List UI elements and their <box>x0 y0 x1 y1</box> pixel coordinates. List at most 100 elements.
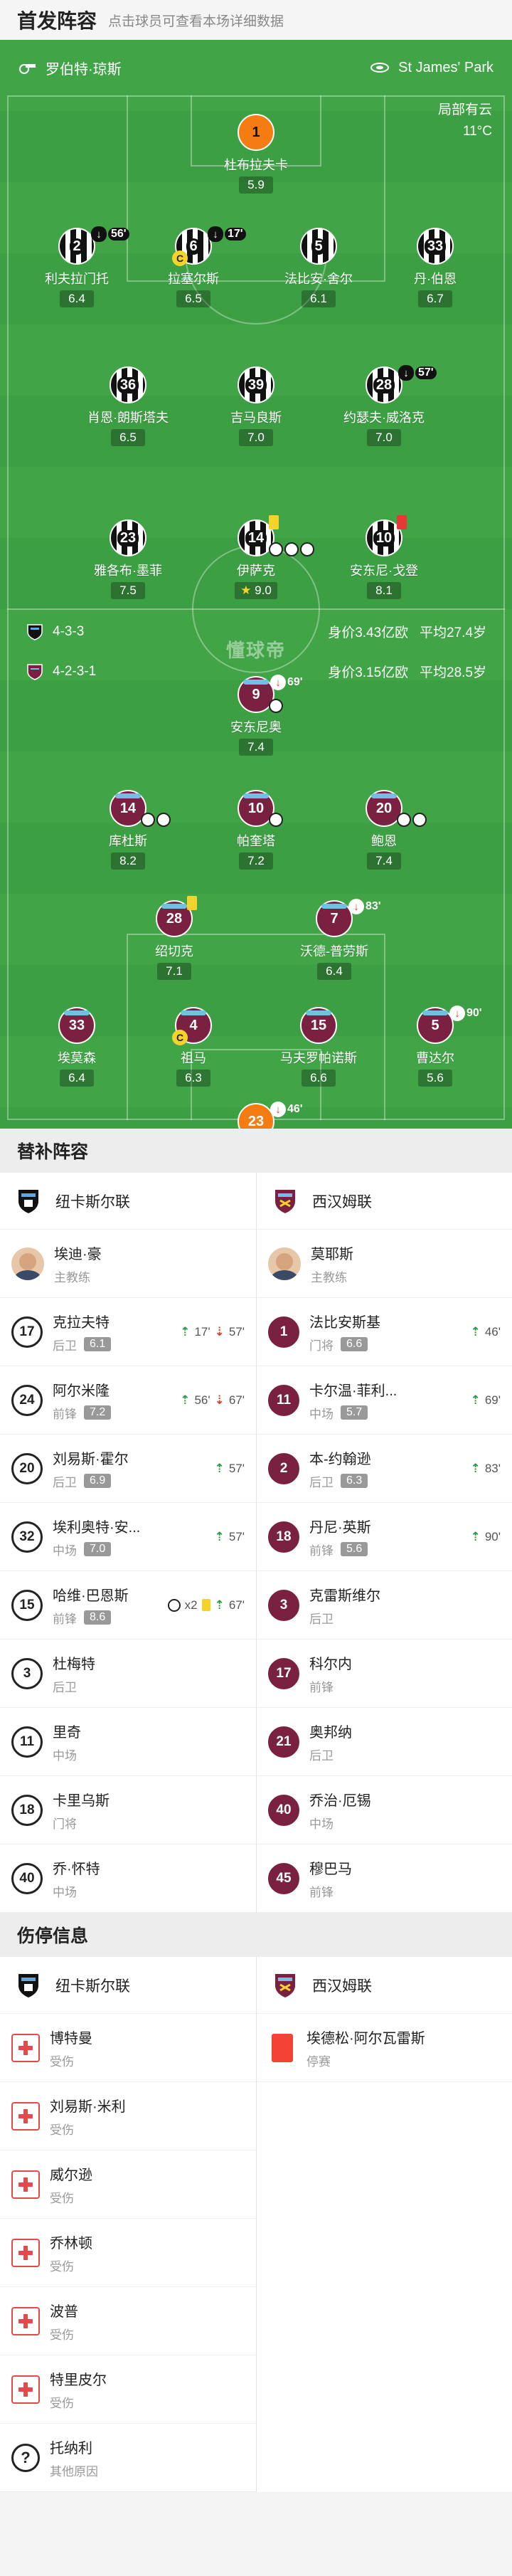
pitch-player[interactable]: 15 马夫罗帕诺斯 6.6 <box>258 1007 379 1087</box>
westham-crest-icon <box>275 1973 295 1997</box>
medical-kit-icon <box>11 2170 40 2199</box>
jersey-number-badge: 21 <box>268 1726 299 1758</box>
sub-player-row[interactable]: 3 克雷斯维尔 后卫 <box>257 1571 512 1640</box>
injury-row[interactable]: 刘易斯·米利 受伤 <box>0 2082 256 2150</box>
player-number: 1 <box>252 124 260 140</box>
injured-player-name: 威尔逊 <box>50 2167 92 2183</box>
away-team-info: 4-2-3-1 身价3.15亿欧 平均28.5岁 <box>0 662 512 681</box>
sub-in-icon: ⇡ <box>214 1529 225 1543</box>
pitch-player[interactable]: 10 帕奎塔 7.2 <box>196 790 316 870</box>
jersey-number-badge: 32 <box>11 1521 43 1553</box>
pitch-player[interactable]: 36 肖恩·朗斯塔夫 6.5 <box>68 366 188 446</box>
match-events: ⇡ 90' <box>471 1530 501 1544</box>
sub-out-icon: ↓ <box>348 899 364 914</box>
newcastle-crest-icon <box>18 1973 38 1997</box>
sub-player-row[interactable]: 17 科尔内 前锋 <box>257 1640 512 1708</box>
player-number: 33 <box>424 238 447 255</box>
sub-player-row[interactable]: 20 刘易斯·霍尔 后卫 6.9 ⇡ 57' <box>0 1435 256 1503</box>
goals-indicator <box>269 542 314 556</box>
pitch-player[interactable]: 4 C 祖马 6.3 <box>133 1007 254 1087</box>
sub-player-row[interactable]: 2 本-约翰逊 后卫 6.3 ⇡ 83' <box>257 1435 512 1503</box>
injury-row[interactable]: 波普 受伤 <box>0 2287 256 2355</box>
injury-row[interactable]: 特里皮尔 受伤 <box>0 2355 256 2424</box>
rating-value: 7.0 <box>247 431 265 444</box>
sub-player-name: 卡尔温·菲利... <box>309 1383 398 1399</box>
injuries-home-column: 纽卡斯尔联 博特曼 受伤 刘易斯·米利 受伤 威尔逊 受伤 乔林顿 受伤 波普 受伤 特里皮尔 受伤?… <box>0 1957 256 2492</box>
rating-value: 7.4 <box>375 854 393 867</box>
injuries-table: 纽卡斯尔联 博特曼 受伤 刘易斯·米利 受伤 威尔逊 受伤 乔林顿 受伤 波普 受伤 特里皮尔 受伤?… <box>0 1957 512 2492</box>
pitch-player[interactable]: 7 ↓ 83' 沃德-普劳斯 6.4 <box>274 899 395 980</box>
injured-player-name: 乔林顿 <box>50 2235 92 2252</box>
sub-player-row[interactable]: 40 乔治·厄锡 中场 <box>257 1776 512 1844</box>
player-name: 约瑟夫·威洛克 <box>343 411 425 425</box>
pitch-player[interactable]: 28 ↓ 57' 约瑟夫·威洛克 7.0 <box>324 365 444 446</box>
away-coach-avatar <box>268 1247 301 1280</box>
injury-row[interactable]: 威尔逊 受伤 <box>0 2150 256 2219</box>
injury-row[interactable]: 埃德松·阿尔瓦雷斯 停赛 <box>257 2014 512 2082</box>
player-kit-icon: 33 <box>58 1007 95 1044</box>
pitch-player[interactable]: 2 ↓ 56' 利夫拉门托 6.4 <box>16 226 137 307</box>
player-rating: 6.5 <box>176 290 210 307</box>
pitch-player[interactable]: 5 法比安·舍尔 6.1 <box>258 228 379 307</box>
sub-out-icon: ↓ <box>449 1005 465 1021</box>
sub-player-row[interactable]: 32 埃利奥特·安... 中场 7.0 ⇡ 57' <box>0 1503 256 1571</box>
sub-player-row[interactable]: 24 阿尔米隆 前锋 7.2 ⇡ 56' ⇣ 67' <box>0 1366 256 1435</box>
sub-player-row[interactable]: 15 哈维·巴恩斯 前锋 8.6 x2 ⇡ 67' <box>0 1571 256 1640</box>
pitch-player[interactable]: 10 安东尼·戈登 8.1 <box>324 515 444 599</box>
sub-player-row[interactable]: 18 丹尼·英斯 前锋 5.6 ⇡ 90' <box>257 1503 512 1571</box>
lineup-header: 首发阵容 点击球员可查看本场详细数据 <box>0 0 512 40</box>
sub-player-row[interactable]: 11 里奇 中场 <box>0 1708 256 1776</box>
player-number: 2 <box>70 238 84 255</box>
sub-player-row[interactable]: 18 卡里乌斯 门将 <box>0 1776 256 1844</box>
pitch-player[interactable]: 9 ↓ 69' 安东尼奥 7.4 <box>196 675 316 756</box>
injury-row[interactable]: ? 托纳利 其他原因 <box>0 2424 256 2492</box>
sub-player-name: 杜梅特 <box>53 1656 95 1672</box>
pitch-player[interactable]: 6 ↓ 17' C 拉塞尔斯 6.5 <box>133 226 254 307</box>
pitch-player[interactable]: 28 绍切克 7.1 <box>114 896 235 980</box>
pitch-player[interactable]: 14 伊萨克 ★ 9.0 <box>196 515 316 599</box>
question-icon: ? <box>11 2443 40 2472</box>
sub-player-row[interactable]: 1 法比安斯基 门将 6.6 ⇡ 46' <box>257 1298 512 1366</box>
pitch-player[interactable]: 23 雅各布·墨菲 7.5 <box>68 519 188 599</box>
sub-in-icon: ⇡ <box>214 1461 225 1475</box>
sub-player-position: 后卫 <box>53 1680 77 1694</box>
sub-in-minute: 46' <box>484 1324 501 1339</box>
sub-player-row[interactable]: 3 杜梅特 后卫 <box>0 1640 256 1708</box>
sub-player-rating: 7.0 <box>84 1542 112 1556</box>
sub-player-row[interactable]: 11 卡尔温·菲利... 中场 5.7 ⇡ 69' <box>257 1366 512 1435</box>
pitch-player[interactable]: 14 库杜斯 8.2 <box>68 790 188 870</box>
pitch-player[interactable]: 1 杜布拉夫卡 5.9 <box>196 114 316 194</box>
pitch-player[interactable]: 33 丹·伯恩 6.7 <box>375 228 496 307</box>
player-rating: 6.7 <box>418 290 452 307</box>
injury-row[interactable]: 博特曼 受伤 <box>0 2014 256 2082</box>
player-kit-icon: 5 ↓ 90' <box>417 1005 482 1044</box>
subs-away-column: 西汉姆联 莫耶斯 主教练 1 法比安斯基 门将 6.6 ⇡ 46' 11 卡尔温·菲利... 中… <box>256 1173 512 1913</box>
player-kit-icon: 15 <box>300 1007 337 1044</box>
sub-out-badge: ↓ 90' <box>449 1005 482 1021</box>
soccer-ball-icon <box>141 813 155 827</box>
player-name: 马夫罗帕诺斯 <box>280 1051 357 1065</box>
player-kit-icon: 10 <box>366 515 407 556</box>
pitch-player[interactable]: 20 鲍恩 7.4 <box>324 790 444 870</box>
player-name: 埃莫森 <box>58 1051 96 1065</box>
pitch-player[interactable]: 33 埃莫森 6.4 <box>16 1007 137 1087</box>
away-coach-role: 主教练 <box>311 1270 347 1284</box>
home-coach-avatar <box>11 1247 44 1280</box>
pitch-player[interactable]: 23↓46'阿雷奥拉7.1 <box>196 1102 316 1129</box>
away-coach-row[interactable]: 莫耶斯 主教练 <box>257 1230 512 1298</box>
player-rating: 6.6 <box>302 1070 336 1087</box>
sub-player-row[interactable]: 21 奥邦纳 后卫 <box>257 1708 512 1776</box>
subs-table: 纽卡斯尔联 埃迪·豪 主教练 17 克拉夫特 后卫 6.1 ⇡ 17' ⇣ 57' 24 阿尔米隆… <box>0 1173 512 1913</box>
whistle-icon <box>19 64 36 74</box>
player-kit-icon: 14 <box>238 515 314 556</box>
pitch-player[interactable]: 5 ↓ 90' 曹达尔 5.6 <box>375 1005 496 1087</box>
referee-name: 罗伯特·琼斯 <box>46 61 122 78</box>
rating-value: 6.5 <box>185 292 202 305</box>
pitch-player[interactable]: 39 吉马良斯 7.0 <box>196 366 316 446</box>
injury-row[interactable]: 乔林顿 受伤 <box>0 2219 256 2287</box>
sub-player-row[interactable]: 45 穆巴马 前锋 <box>257 1844 512 1913</box>
sub-player-row[interactable]: 17 克拉夫特 后卫 6.1 ⇡ 17' ⇣ 57' <box>0 1298 256 1366</box>
sub-player-row[interactable]: 40 乔·怀特 中场 <box>0 1844 256 1913</box>
home-coach-row[interactable]: 埃迪·豪 主教练 <box>0 1230 256 1298</box>
injury-status: 其他原因 <box>50 2464 98 2479</box>
